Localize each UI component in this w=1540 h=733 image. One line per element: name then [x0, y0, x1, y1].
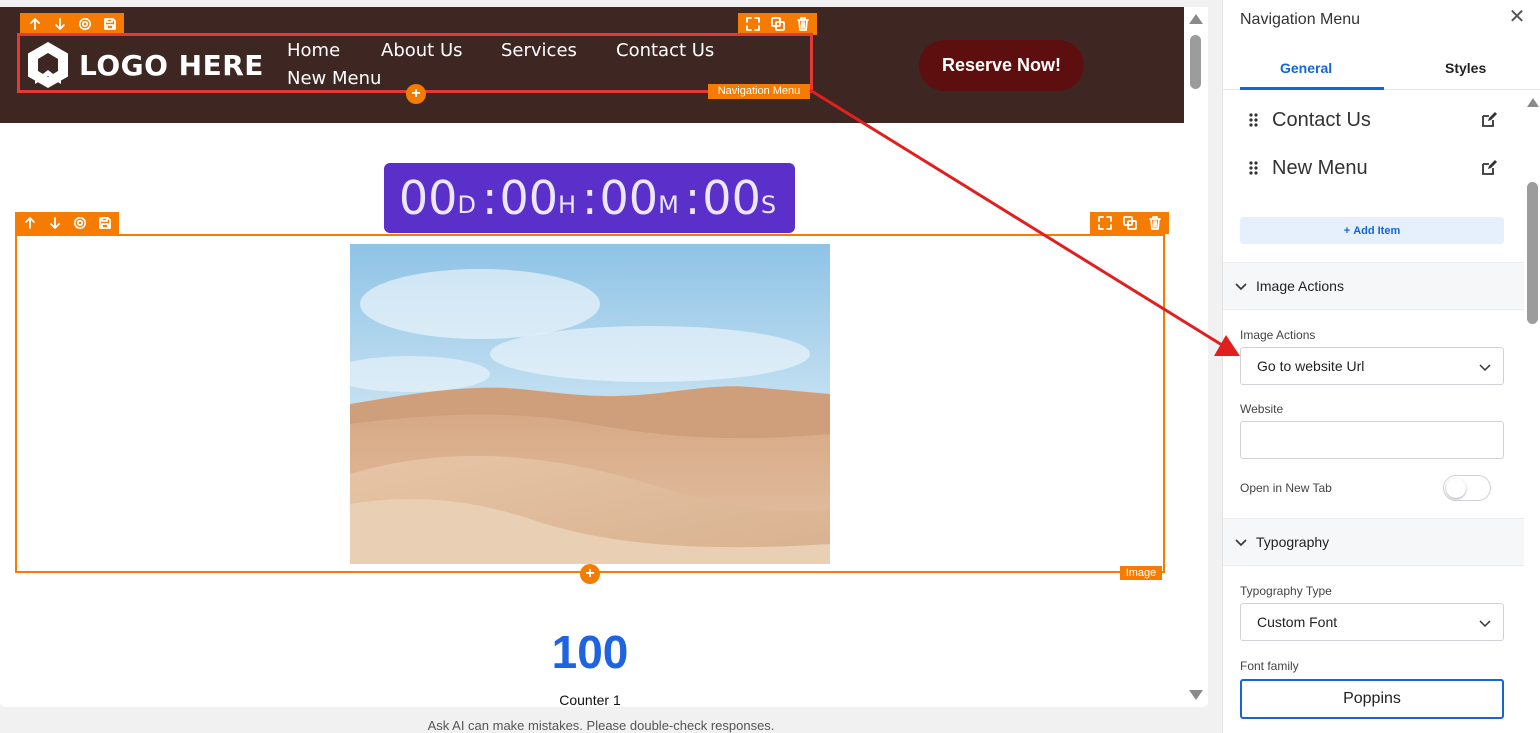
- open-new-tab-label: Open in New Tab: [1240, 481, 1332, 495]
- chevron-down-icon: [1235, 539, 1247, 547]
- trash-icon[interactable]: [793, 15, 812, 34]
- countdown-minutes: 00: [599, 171, 659, 225]
- save-icon[interactable]: [100, 15, 119, 34]
- typography-type-select[interactable]: Custom Font: [1240, 603, 1504, 641]
- countdown-separator: :: [582, 171, 598, 225]
- countdown-separator: :: [481, 171, 498, 225]
- scroll-down-arrow-icon[interactable]: [1189, 690, 1203, 700]
- drag-handle-icon[interactable]: [1248, 161, 1260, 175]
- countdown-days: 00: [398, 171, 458, 225]
- image-actions-accordion[interactable]: Image Actions: [1223, 262, 1527, 310]
- desert-image[interactable]: [350, 244, 830, 564]
- expand-icon[interactable]: [743, 15, 762, 34]
- open-new-tab-toggle[interactable]: [1443, 475, 1491, 501]
- move-down-icon[interactable]: [50, 15, 69, 34]
- panel-title: Navigation Menu: [1240, 11, 1361, 28]
- add-element-plus-icon[interactable]: +: [580, 564, 600, 584]
- add-item-button[interactable]: + Add Item: [1240, 217, 1504, 244]
- countdown-days-unit: D: [457, 191, 476, 219]
- header-toolbar-right: [738, 13, 817, 35]
- canvas-scrollbar[interactable]: [1184, 7, 1208, 707]
- scrollbar-thumb[interactable]: [1190, 35, 1201, 89]
- tab-general[interactable]: General: [1280, 60, 1332, 76]
- chevron-down-icon: [1479, 364, 1491, 372]
- ai-disclaimer: Ask AI can make mistakes. Please double-…: [427, 718, 775, 733]
- countdown-hours: 00: [499, 171, 558, 225]
- image-element-label: Image: [1120, 566, 1162, 580]
- edit-icon[interactable]: [1480, 159, 1498, 177]
- chevron-down-icon: [1235, 283, 1247, 291]
- trash-icon[interactable]: [1145, 214, 1164, 233]
- scrollbar-thumb[interactable]: [1527, 182, 1538, 324]
- menu-item-row[interactable]: Contact Us: [1248, 106, 1498, 134]
- add-element-plus-icon[interactable]: +: [406, 84, 426, 104]
- reserve-now-button[interactable]: Reserve Now!: [919, 40, 1084, 91]
- countdown-hours-unit: H: [557, 191, 577, 219]
- counter-value[interactable]: 100: [490, 625, 690, 679]
- move-up-icon[interactable]: [25, 15, 44, 34]
- scroll-up-arrow-icon[interactable]: [1189, 14, 1203, 24]
- typography-type-value: Custom Font: [1257, 614, 1338, 630]
- duplicate-icon[interactable]: [1120, 214, 1139, 233]
- countdown-separator: :: [684, 171, 701, 225]
- font-family-input[interactable]: Poppins: [1240, 679, 1504, 719]
- drag-handle-icon[interactable]: [1248, 113, 1260, 127]
- typography-type-label: Typography Type: [1240, 584, 1332, 598]
- gear-icon[interactable]: [70, 214, 89, 233]
- website-input[interactable]: [1240, 421, 1504, 459]
- panel-scrollbar[interactable]: [1524, 90, 1540, 733]
- plus-icon: +: [1343, 224, 1351, 237]
- chevron-down-icon: [1479, 620, 1491, 628]
- navigation-menu-element-label: Navigation Menu: [708, 84, 810, 99]
- scroll-up-arrow-icon[interactable]: [1527, 98, 1539, 107]
- accordion-title: Image Actions: [1256, 278, 1344, 294]
- menu-item-label: New Menu: [1272, 156, 1368, 179]
- tab-styles[interactable]: Styles: [1445, 60, 1486, 76]
- countdown-seconds-unit: S: [760, 191, 777, 219]
- expand-icon[interactable]: [1095, 214, 1114, 233]
- toggle-knob: [1446, 478, 1466, 498]
- menu-item-label: Contact Us: [1272, 108, 1371, 131]
- header-section[interactable]: LOGO HERE Home About Us Services Contact…: [0, 7, 1184, 123]
- add-item-label: Add Item: [1353, 224, 1401, 237]
- move-up-icon[interactable]: [20, 214, 39, 233]
- duplicate-icon[interactable]: [768, 15, 787, 34]
- close-icon[interactable]: ✕: [1507, 7, 1527, 27]
- image-actions-value: Go to website Url: [1257, 358, 1365, 374]
- header-toolbar-left: [20, 13, 124, 35]
- settings-panel: Navigation Menu ✕ General Styles Contact…: [1222, 0, 1540, 733]
- website-label: Website: [1240, 402, 1284, 416]
- move-down-icon[interactable]: [45, 214, 64, 233]
- image-toolbar-left: [15, 212, 119, 234]
- countdown-minutes-unit: M: [658, 191, 679, 219]
- editor-canvas: LOGO HERE Home About Us Services Contact…: [0, 7, 1208, 707]
- countdown-timer[interactable]: 00 D : 00 H : 00 M : 00 S: [384, 163, 795, 233]
- typography-accordion[interactable]: Typography: [1223, 518, 1527, 566]
- image-actions-label: Image Actions: [1240, 328, 1316, 342]
- gear-icon[interactable]: [75, 15, 94, 34]
- save-icon[interactable]: [95, 214, 114, 233]
- edit-icon[interactable]: [1480, 111, 1498, 129]
- active-tab-indicator: [1240, 87, 1384, 90]
- image-toolbar-right: [1090, 212, 1169, 234]
- counter-label: Counter 1: [559, 692, 621, 707]
- font-family-label: Font family: [1240, 659, 1299, 673]
- accordion-title: Typography: [1256, 534, 1330, 550]
- image-actions-select[interactable]: Go to website Url: [1240, 347, 1504, 385]
- menu-item-row[interactable]: New Menu: [1248, 154, 1498, 182]
- countdown-seconds: 00: [702, 171, 761, 225]
